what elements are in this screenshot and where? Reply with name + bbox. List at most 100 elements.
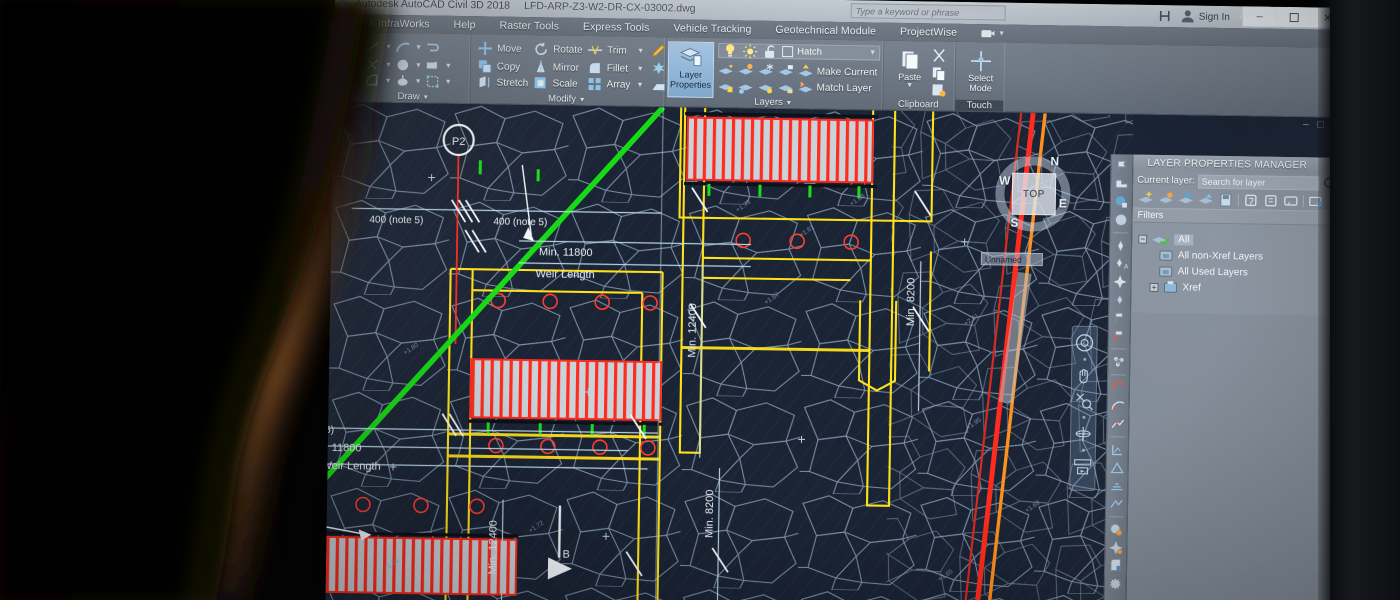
rectangle-chevron-icon[interactable]: ▼ bbox=[445, 63, 452, 70]
marker-tool-icon[interactable] bbox=[1112, 310, 1127, 325]
trim-button[interactable]: Trim bbox=[587, 42, 627, 59]
maximize-button[interactable] bbox=[1276, 6, 1311, 28]
point-label-tool-icon[interactable]: A bbox=[1113, 256, 1128, 271]
modify-panel-chevron-icon[interactable]: ▼ bbox=[579, 97, 586, 104]
menu-item-geotechnical-module[interactable]: Geotechnical Module bbox=[763, 24, 888, 38]
rectangle-tool-button[interactable] bbox=[425, 57, 441, 73]
gradient-chevron-icon[interactable]: ▼ bbox=[415, 78, 422, 85]
lpm-filter-tree[interactable]: − All All non-Xref Layers All Used Layer… bbox=[1131, 222, 1342, 316]
copy-button[interactable]: Copy bbox=[477, 58, 521, 75]
line-chevron-icon[interactable]: ▼ bbox=[385, 44, 392, 51]
search-input[interactable]: Type a keyword or phrase bbox=[850, 3, 1006, 21]
expander-xref-icon[interactable]: + bbox=[1149, 282, 1159, 292]
ellipse-tool-button[interactable] bbox=[364, 72, 380, 88]
select-mode-button[interactable]: Select Mode bbox=[957, 46, 1004, 103]
expander-all-icon[interactable]: − bbox=[1138, 234, 1148, 244]
layer-color-swatch[interactable] bbox=[782, 46, 794, 58]
minimize-button[interactable]: – bbox=[1242, 6, 1277, 27]
menu-item-help[interactable]: Help bbox=[442, 19, 488, 32]
earth-tool-icon[interactable] bbox=[1109, 522, 1124, 537]
paste-button[interactable]: Paste ▼ bbox=[886, 45, 933, 102]
layer-properties-manager-panel[interactable]: LAYER PROPERTIES MANAGER Current layer: … bbox=[1125, 154, 1343, 600]
sign-in-button[interactable]: Sign In bbox=[1180, 8, 1230, 25]
sphere-tool-icon[interactable] bbox=[1113, 212, 1128, 227]
rotate-button[interactable]: Rotate bbox=[533, 41, 583, 58]
array-button[interactable]: Array bbox=[586, 76, 631, 93]
line-tool-button[interactable] bbox=[365, 38, 381, 54]
layer-unlock-button[interactable] bbox=[777, 79, 793, 95]
view-cube-top-face[interactable]: TOP bbox=[1011, 172, 1057, 216]
orbit-icon[interactable] bbox=[1073, 424, 1093, 444]
delete-layer-icon[interactable] bbox=[1178, 191, 1194, 207]
flag-tool-icon[interactable] bbox=[1114, 158, 1129, 173]
pipe-tool-icon[interactable] bbox=[1112, 328, 1127, 343]
match-layer-button[interactable]: Match Layer bbox=[797, 79, 872, 96]
settings-tool-icon[interactable] bbox=[1108, 576, 1123, 591]
point-tool-icon[interactable] bbox=[1113, 238, 1128, 253]
layer-unisolate-button[interactable] bbox=[737, 78, 753, 94]
share-icon[interactable] bbox=[1157, 8, 1173, 24]
fillet-chevron-icon[interactable]: ▼ bbox=[637, 66, 644, 73]
layer-isolate-button[interactable] bbox=[738, 62, 754, 78]
menu-item-projectwise[interactable]: ProjectWise bbox=[888, 26, 969, 39]
profile-tool-icon[interactable] bbox=[1110, 416, 1125, 431]
zoom-extents-icon[interactable] bbox=[1074, 391, 1094, 411]
globe-tool-icon[interactable] bbox=[1114, 194, 1129, 209]
region-chevron-icon[interactable]: ▼ bbox=[445, 79, 452, 86]
ellipse-chevron-icon[interactable]: ▼ bbox=[385, 78, 392, 85]
layer-filter-icon[interactable] bbox=[1243, 192, 1259, 208]
view-name-dropdown[interactable]: Unnamed bbox=[980, 252, 1043, 267]
lpm-search-input[interactable]: Search for layer bbox=[1197, 174, 1320, 190]
node-tool-icon[interactable] bbox=[1112, 292, 1127, 307]
move-button[interactable]: Move bbox=[477, 40, 522, 57]
section-tool-icon[interactable] bbox=[1110, 442, 1125, 457]
hatch-chevron-icon[interactable]: ▼ bbox=[385, 62, 392, 69]
arc-tool-button[interactable] bbox=[395, 39, 411, 55]
menu-item-express-tools[interactable]: Express Tools bbox=[571, 21, 662, 34]
new-layer-icon[interactable] bbox=[1138, 191, 1154, 207]
drawing-minimize-button[interactable]: – bbox=[1303, 119, 1309, 130]
steering-wheel-icon[interactable] bbox=[1074, 333, 1094, 353]
layer-thaw-button[interactable] bbox=[757, 79, 773, 95]
hatch-tool-button[interactable] bbox=[365, 56, 381, 72]
layer-lock-button[interactable] bbox=[778, 63, 794, 79]
view-tool-1-button[interactable] bbox=[331, 44, 347, 60]
paste-chevron-icon[interactable]: ▼ bbox=[906, 82, 913, 89]
region-tool-button[interactable] bbox=[424, 73, 440, 89]
set-current-layer-icon[interactable] bbox=[1198, 192, 1214, 208]
lightbulb-icon[interactable] bbox=[722, 43, 738, 59]
view-tool-2-button[interactable]: ▼ bbox=[331, 64, 338, 71]
analysis-tool-icon[interactable] bbox=[1108, 540, 1123, 555]
network-tool-icon[interactable] bbox=[1111, 354, 1126, 369]
trim-chevron-icon[interactable]: ▼ bbox=[637, 48, 644, 55]
menu-item-raster-tools[interactable]: Raster Tools bbox=[488, 19, 572, 33]
alignment-tool-icon[interactable] bbox=[1110, 398, 1125, 413]
surface-tool-icon[interactable] bbox=[1114, 176, 1129, 191]
new-layer-vp-frozen-icon[interactable] bbox=[1158, 191, 1174, 207]
layers-panel-chevron-icon[interactable]: ▼ bbox=[785, 100, 792, 107]
layer-invert-icon[interactable] bbox=[1283, 193, 1299, 209]
draw-panel-chevron-icon[interactable]: ▼ bbox=[422, 94, 429, 101]
array-chevron-icon[interactable]: ▼ bbox=[637, 82, 644, 89]
star-tool-icon[interactable] bbox=[1112, 274, 1127, 289]
circle-tool-button[interactable] bbox=[395, 57, 411, 73]
grading-tool-icon[interactable] bbox=[1110, 460, 1125, 475]
layer-group-icon[interactable] bbox=[1263, 193, 1279, 209]
current-layer-combo[interactable]: Hatch ▼ bbox=[718, 43, 881, 61]
polyline-tool-button[interactable] bbox=[425, 39, 441, 55]
layer-properties-button[interactable]: Layer Properties bbox=[667, 41, 715, 98]
make-current-button[interactable]: Make Current bbox=[798, 63, 878, 80]
paste-special-button[interactable] bbox=[930, 81, 946, 97]
gradient-tool-button[interactable] bbox=[394, 73, 410, 89]
layer-on-button[interactable] bbox=[717, 78, 733, 94]
cut-button[interactable] bbox=[931, 47, 947, 63]
current-layer-chevron-icon[interactable]: ▼ bbox=[869, 49, 876, 56]
menu-item-vehicle-tracking[interactable]: Vehicle Tracking bbox=[661, 22, 763, 36]
stretch-button[interactable]: Stretch bbox=[476, 74, 528, 91]
layer-freeze-button[interactable] bbox=[758, 63, 774, 79]
copy-clip-button[interactable] bbox=[931, 65, 947, 82]
scale-button[interactable]: Scale bbox=[532, 75, 578, 92]
quick-access-toolbar[interactable] bbox=[335, 0, 347, 11]
show-motion-icon[interactable] bbox=[1072, 457, 1092, 477]
report-tool-icon[interactable] bbox=[1108, 558, 1123, 573]
